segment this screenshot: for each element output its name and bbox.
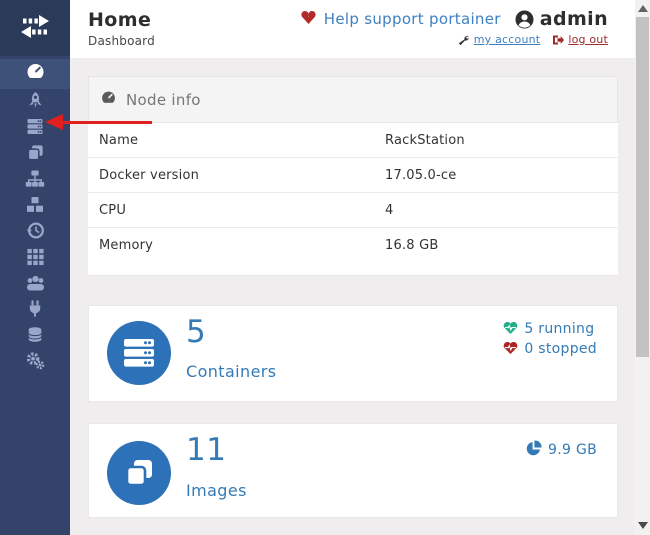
annotation-arrow-line <box>61 121 152 124</box>
rocket-icon <box>26 91 45 114</box>
row-label: Memory <box>88 238 385 253</box>
row-label: CPU <box>88 203 385 218</box>
cubes-icon <box>25 195 45 218</box>
sidebar-item-user-management[interactable] <box>0 271 70 297</box>
node-info-header: Node info <box>88 76 618 122</box>
size-text: 9.9 GB <box>548 442 597 458</box>
tachometer-icon <box>25 62 46 86</box>
pie-chart-icon <box>525 440 542 461</box>
layers-icon <box>107 441 171 505</box>
sidebar-logo[interactable] <box>0 0 70 56</box>
scrollbar-thumb[interactable] <box>636 17 649 357</box>
sidebar <box>0 0 70 535</box>
header-user-area: Help support portainer admin my accoun <box>300 8 608 46</box>
containers-widget[interactable]: 5 Containers 5 running <box>88 305 618 402</box>
containers-label: Containers <box>186 362 277 381</box>
table-row: CPU 4 <box>88 193 618 228</box>
sidebar-item-app-templates[interactable] <box>0 89 70 115</box>
scroll-up-arrow-icon[interactable] <box>638 5 648 12</box>
scroll-down-arrow-icon[interactable] <box>638 522 648 529</box>
row-value: RackStation <box>385 133 465 148</box>
clone-icon <box>26 143 45 166</box>
node-info-table: Name RackStation Docker version 17.05.0-… <box>88 122 618 263</box>
vertical-scrollbar[interactable] <box>635 0 650 535</box>
wrench-icon <box>458 34 470 46</box>
row-value: 4 <box>385 203 393 218</box>
title-block: Home Dashboard <box>88 9 155 48</box>
page-title: Home <box>88 9 155 31</box>
sidebar-toggle-icon <box>19 13 51 43</box>
node-info-panel: Node info Name RackStation Docker versio… <box>88 76 618 276</box>
database-icon <box>26 325 44 348</box>
table-row: Docker version 17.05.0-ce <box>88 158 618 193</box>
sidebar-item-networks[interactable] <box>0 167 70 193</box>
help-support-link[interactable]: Help support portainer <box>324 10 501 28</box>
server-icon <box>25 117 45 140</box>
sidebar-item-swarm[interactable] <box>0 245 70 271</box>
users-icon <box>25 273 46 296</box>
page-header: Home Dashboard Help support portainer <box>70 0 635 58</box>
heart-icon <box>300 9 317 29</box>
table-row: Memory 16.8 GB <box>88 228 618 263</box>
sidebar-menu <box>0 56 70 375</box>
containers-count: 5 <box>186 314 206 350</box>
containers-stats: 5 running 0 stopped <box>503 319 597 359</box>
node-info-title: Node info <box>126 91 201 109</box>
heartbeat-green-icon <box>503 320 518 339</box>
cogs-icon <box>25 351 45 374</box>
plug-icon <box>26 299 44 322</box>
heartbeat-red-icon <box>503 340 518 359</box>
size-stat: 9.9 GB <box>525 440 597 460</box>
images-count: 11 <box>186 432 226 468</box>
main-content: Node info Name RackStation Docker versio… <box>70 58 635 535</box>
sidebar-item-events[interactable] <box>0 219 70 245</box>
node-info-footer <box>88 263 618 276</box>
sidebar-item-endpoints[interactable] <box>0 297 70 323</box>
sign-out-icon <box>552 34 564 46</box>
sidebar-item-volumes[interactable] <box>0 193 70 219</box>
username: admin <box>540 8 608 30</box>
row-value: 16.8 GB <box>385 238 438 253</box>
sitemap-icon <box>25 169 45 192</box>
breadcrumb: Dashboard <box>88 34 155 48</box>
sidebar-item-images[interactable] <box>0 141 70 167</box>
row-label: Docker version <box>88 168 385 183</box>
user-circle-icon <box>515 10 534 29</box>
th-grid-icon <box>26 247 45 270</box>
sidebar-item-dashboard[interactable] <box>0 59 70 89</box>
images-stats: 9.9 GB <box>525 440 597 460</box>
running-stat: 5 running <box>503 319 597 339</box>
log-out-link[interactable]: log out <box>568 33 608 46</box>
row-value: 17.05.0-ce <box>385 168 456 183</box>
containers-stack-icon <box>107 321 171 385</box>
tachometer-icon <box>100 90 117 110</box>
sidebar-item-settings[interactable] <box>0 349 70 375</box>
images-widget[interactable]: 11 Images 9.9 GB <box>88 423 618 518</box>
row-label: Name <box>88 133 385 148</box>
my-account-link[interactable]: my account <box>474 33 541 46</box>
history-icon <box>26 221 45 244</box>
sidebar-item-registries[interactable] <box>0 323 70 349</box>
stopped-stat: 0 stopped <box>503 339 597 359</box>
table-row: Name RackStation <box>88 123 618 158</box>
stopped-text: 0 stopped <box>524 341 597 357</box>
running-text: 5 running <box>524 321 594 337</box>
images-label: Images <box>186 481 247 500</box>
annotation-arrow-head-icon <box>45 114 63 130</box>
portainer-dashboard: Home Dashboard Help support portainer <box>0 0 650 535</box>
